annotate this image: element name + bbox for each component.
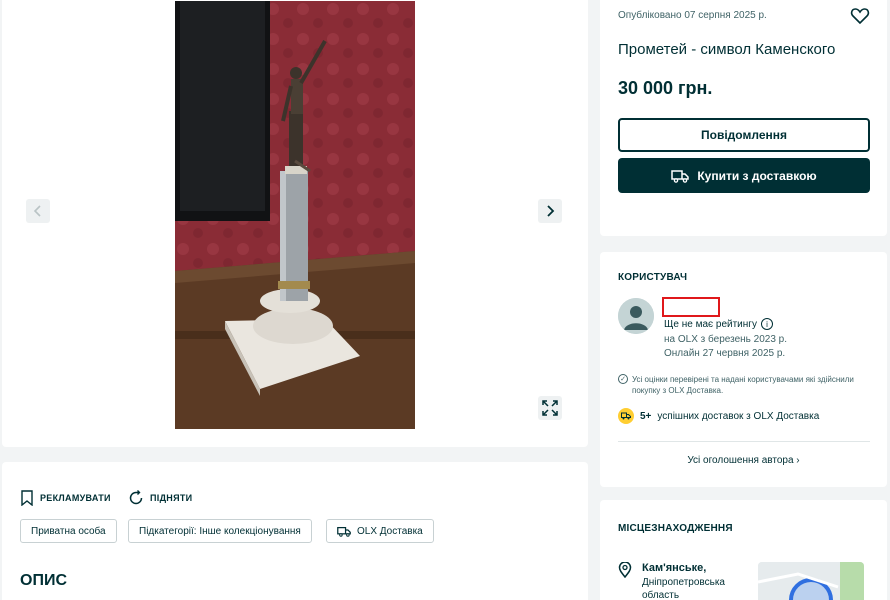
deliveries-count: 5+ bbox=[640, 410, 652, 422]
refresh-icon bbox=[129, 490, 143, 505]
truck-icon bbox=[337, 526, 351, 537]
raise-button[interactable]: ПІДНЯТИ bbox=[128, 490, 192, 506]
user-card: КОРИСТУВАЧ Ще не має рейтингу i на OLX з… bbox=[600, 252, 887, 487]
successful-deliveries: 5+ успішних доставок з OLX Доставка bbox=[618, 408, 819, 424]
listing-price: 30 000 грн. bbox=[618, 78, 713, 98]
location-pin-icon bbox=[618, 562, 632, 578]
user-avatar-icon bbox=[618, 298, 654, 334]
last-online: Онлайн 27 червня 2025 р. bbox=[664, 348, 786, 359]
divider bbox=[618, 441, 870, 442]
posted-date: Опубліковано 07 серпня 2025 р. bbox=[618, 10, 767, 21]
tag-label: Підкатегорії: Інше колекціонування bbox=[139, 525, 301, 537]
location-card: МІСЦЕЗНАХОДЖЕННЯ Кам'янське, Дніпропетро… bbox=[600, 500, 887, 600]
delivery-truck-icon bbox=[618, 408, 634, 424]
price-card: Опубліковано 07 серпня 2025 р. Прометей … bbox=[600, 0, 887, 236]
description-card: РЕКЛАМУВАТИ ПІДНЯТИ Приватна особа Підка… bbox=[2, 462, 588, 600]
heart-icon[interactable] bbox=[850, 6, 870, 26]
promote-label: РЕКЛАМУВАТИ bbox=[40, 493, 111, 503]
tag-subcategory[interactable]: Підкатегорії: Інше колекціонування bbox=[128, 519, 312, 543]
buy-with-delivery-button[interactable]: Купити з доставкою bbox=[618, 158, 870, 193]
promote-button[interactable]: РЕКЛАМУВАТИ bbox=[20, 490, 111, 506]
chevron-left-icon bbox=[33, 205, 41, 217]
verified-note: ✓ Усі оцінки перевірені та надані корист… bbox=[618, 374, 868, 396]
avatar[interactable] bbox=[618, 298, 654, 334]
next-photo-button[interactable] bbox=[538, 199, 562, 223]
fullscreen-button[interactable] bbox=[538, 396, 562, 420]
previous-photo-button[interactable] bbox=[26, 199, 50, 223]
photo-gallery bbox=[2, 0, 588, 447]
user-section-heading: КОРИСТУВАЧ bbox=[618, 272, 688, 283]
member-since: на OLX з березень 2023 р. bbox=[664, 334, 788, 345]
truck-icon bbox=[671, 169, 690, 183]
check-circle-icon: ✓ bbox=[618, 374, 628, 384]
tag-olx-delivery[interactable]: OLX Доставка bbox=[326, 519, 434, 543]
location-city: Кам'янське, bbox=[642, 562, 707, 574]
listing-photo[interactable] bbox=[175, 1, 415, 429]
listing-title: Прометей - символ Каменского bbox=[618, 41, 836, 58]
chevron-right-icon bbox=[547, 205, 555, 217]
all-author-ads-link[interactable]: Усі оголошення автора › bbox=[600, 455, 887, 466]
message-button[interactable]: Повідомлення bbox=[618, 118, 870, 152]
chevron-right-icon: › bbox=[796, 455, 800, 466]
verified-note-text: Усі оцінки перевірені та надані користув… bbox=[632, 375, 854, 395]
expand-icon bbox=[542, 400, 558, 416]
bookmark-icon bbox=[21, 490, 33, 506]
buy-button-label: Купити з доставкою bbox=[697, 168, 817, 183]
tag-label: OLX Доставка bbox=[357, 525, 423, 537]
user-rating: Ще не має рейтингу i bbox=[664, 318, 773, 330]
info-icon[interactable]: i bbox=[760, 318, 773, 330]
tag-private-person[interactable]: Приватна особа bbox=[20, 519, 117, 543]
deliveries-text: успішних доставок з OLX Доставка bbox=[657, 410, 820, 422]
rating-text: Ще не має рейтингу bbox=[664, 318, 757, 330]
user-name-redacted[interactable] bbox=[662, 297, 720, 317]
tag-label: Приватна особа bbox=[31, 525, 106, 537]
location-region: Дніпропетровська область bbox=[642, 577, 725, 600]
description-heading: ОПИС bbox=[20, 572, 67, 589]
all-ads-label: Усі оголошення автора bbox=[687, 455, 794, 466]
location-map[interactable] bbox=[758, 562, 864, 600]
raise-label: ПІДНЯТИ bbox=[150, 493, 193, 503]
location-section-heading: МІСЦЕЗНАХОДЖЕННЯ bbox=[618, 523, 733, 534]
